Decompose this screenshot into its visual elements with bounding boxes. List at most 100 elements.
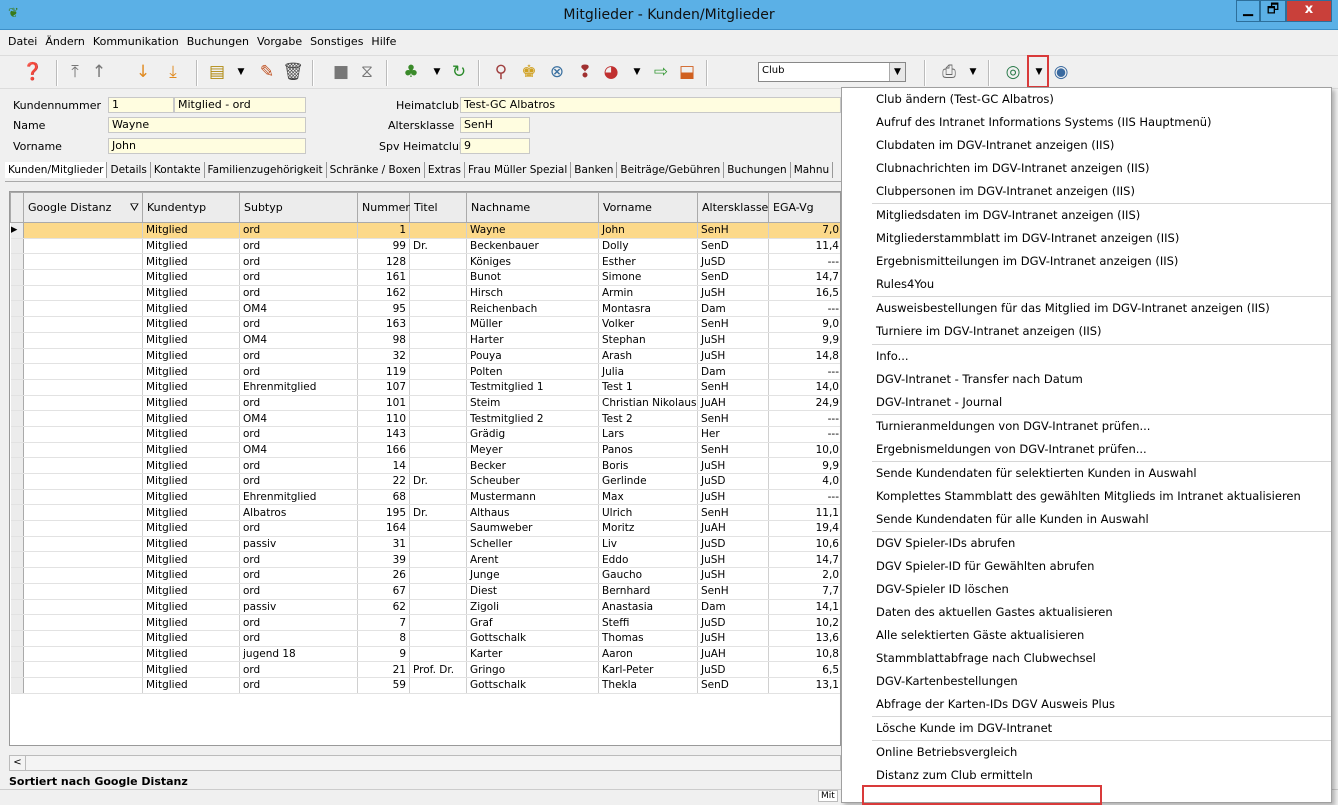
- menu-buchungen[interactable]: Buchungen: [187, 35, 249, 48]
- table-cell[interactable]: Grädig: [466, 426, 599, 443]
- context-menu-item[interactable]: DGV Spieler-IDs abrufen: [842, 532, 1331, 555]
- table-cell[interactable]: Mitglied: [142, 520, 240, 537]
- table-cell[interactable]: Christian Nikolaus: [598, 395, 698, 412]
- table-row[interactable]: Mitglied ord 161 Bunot Simone SenD 14,7: [10, 269, 840, 286]
- context-menu-item[interactable]: Club ändern (Test-GC Albatros): [842, 88, 1331, 111]
- table-cell[interactable]: 195: [357, 504, 410, 522]
- table-cell[interactable]: Mitglied: [142, 677, 240, 694]
- table-cell[interactable]: Mitglied: [142, 269, 240, 286]
- tab-10[interactable]: Mahnu: [791, 162, 834, 178]
- table-cell[interactable]: [409, 222, 467, 239]
- column-header[interactable]: Titel: [409, 192, 467, 223]
- table-cell[interactable]: 39: [357, 551, 410, 569]
- table-cell[interactable]: Mitglied: [142, 442, 240, 459]
- table-cell[interactable]: Dr.: [409, 238, 467, 255]
- table-cell[interactable]: 16,5: [768, 285, 840, 302]
- table-cell[interactable]: [23, 457, 143, 474]
- document-icon[interactable]: ▤: [206, 61, 228, 83]
- table-cell[interactable]: Meyer: [466, 442, 599, 459]
- context-menu-item[interactable]: DGV Spieler-ID für Gewählten abrufen: [842, 555, 1331, 578]
- table-cell[interactable]: JuSH: [697, 332, 769, 349]
- table-cell[interactable]: Mitglied: [142, 285, 240, 302]
- table-cell[interactable]: Simone: [598, 269, 698, 286]
- table-cell[interactable]: 26: [357, 567, 410, 584]
- table-cell[interactable]: Zigoli: [466, 599, 599, 616]
- table-cell[interactable]: Mitglied: [142, 332, 240, 349]
- row-indicator[interactable]: [10, 442, 24, 459]
- table-cell[interactable]: 2,0: [768, 567, 840, 584]
- table-row[interactable]: ▶ Mitglied ord 1 Wayne John SenH 7,0: [10, 222, 840, 239]
- scroll-left-icon[interactable]: <: [10, 756, 26, 770]
- table-cell[interactable]: SenH: [697, 316, 769, 333]
- table-cell[interactable]: ord: [239, 457, 358, 474]
- table-cell[interactable]: Dam: [697, 363, 769, 380]
- table-cell[interactable]: ---: [768, 300, 840, 318]
- table-cell[interactable]: JuAH: [697, 520, 769, 537]
- table-cell[interactable]: [23, 253, 143, 271]
- row-indicator[interactable]: [10, 410, 24, 427]
- table-cell[interactable]: [23, 614, 143, 631]
- table-cell[interactable]: JuSD: [697, 536, 769, 553]
- stop-icon[interactable]: ■: [330, 61, 352, 83]
- table-cell[interactable]: 4,0: [768, 473, 840, 490]
- table-cell[interactable]: ---: [768, 363, 840, 380]
- table-cell[interactable]: Mitglied: [142, 614, 240, 631]
- table-cell[interactable]: [23, 426, 143, 443]
- table-cell[interactable]: Her: [697, 426, 769, 443]
- table-row[interactable]: Mitglied passiv 62 Zigoli Anastasia Dam 14,1: [10, 599, 840, 616]
- table-cell[interactable]: Saumweber: [466, 520, 599, 537]
- context-menu-item[interactable]: DGV-Kartenbestellungen: [842, 670, 1331, 693]
- table-row[interactable]: Mitglied ord 39 Arent Eddo JuSH 14,7: [10, 551, 840, 569]
- table-cell[interactable]: ord: [239, 551, 358, 569]
- intranet-globe-icon[interactable]: ◉: [1050, 61, 1072, 83]
- maximize-button[interactable]: 🗗: [1260, 0, 1286, 22]
- context-menu-item[interactable]: Distanz zum Club ermitteln: [842, 764, 1331, 787]
- row-indicator[interactable]: [10, 677, 24, 694]
- minimize-button[interactable]: ▁: [1236, 0, 1260, 22]
- table-cell[interactable]: Prof. Dr.: [409, 661, 467, 678]
- table-cell[interactable]: Königes: [466, 253, 599, 271]
- table-cell[interactable]: OM4: [239, 410, 358, 427]
- table-cell[interactable]: [409, 646, 467, 663]
- table-cell[interactable]: [409, 332, 467, 349]
- context-menu-item[interactable]: Online Betriebsvergleich: [842, 741, 1331, 764]
- people-icon[interactable]: ♣: [400, 61, 422, 83]
- context-menu-item[interactable]: Sende Kundendaten für selektierten Kunde…: [842, 462, 1331, 485]
- table-cell[interactable]: 9,9: [768, 457, 840, 474]
- table-cell[interactable]: [409, 285, 467, 302]
- table-cell[interactable]: [23, 599, 143, 616]
- table-cell[interactable]: [23, 677, 143, 694]
- context-menu-item[interactable]: Abfrage der Karten-IDs DGV Ausweis Plus: [842, 693, 1331, 716]
- table-cell[interactable]: Dolly: [598, 238, 698, 255]
- table-cell[interactable]: Pouya: [466, 348, 599, 365]
- table-cell[interactable]: 8: [357, 630, 410, 647]
- column-header[interactable]: Nachname: [466, 192, 599, 223]
- table-cell[interactable]: Gottschalk: [466, 630, 599, 647]
- table-cell[interactable]: [409, 426, 467, 443]
- table-cell[interactable]: Mitglied: [142, 457, 240, 474]
- table-row[interactable]: Mitglied ord 119 Polten Julia Dam ---: [10, 363, 840, 380]
- table-cell[interactable]: ord: [239, 473, 358, 490]
- row-indicator[interactable]: [10, 473, 24, 490]
- table-cell[interactable]: 143: [357, 426, 410, 443]
- row-indicator[interactable]: [10, 520, 24, 537]
- table-cell[interactable]: [409, 567, 467, 584]
- export-icon[interactable]: ⇨: [650, 61, 672, 83]
- table-cell[interactable]: Bunot: [466, 269, 599, 286]
- table-cell[interactable]: [409, 614, 467, 631]
- table-cell[interactable]: [409, 457, 467, 474]
- table-cell[interactable]: OM4: [239, 300, 358, 318]
- table-row[interactable]: Mitglied OM4 166 Meyer Panos SenH 10,0: [10, 442, 840, 459]
- table-cell[interactable]: [409, 348, 467, 365]
- table-cell[interactable]: Max: [598, 489, 698, 506]
- table-cell[interactable]: Testmitglied 1: [466, 379, 599, 396]
- table-cell[interactable]: [23, 285, 143, 302]
- menu-vorgabe[interactable]: Vorgabe: [257, 35, 302, 48]
- table-cell[interactable]: 62: [357, 599, 410, 616]
- table-cell[interactable]: ---: [768, 489, 840, 506]
- table-cell[interactable]: [23, 300, 143, 318]
- context-menu-item[interactable]: Turniere im DGV-Intranet anzeigen (IIS): [842, 320, 1331, 343]
- table-cell[interactable]: [409, 379, 467, 396]
- table-cell[interactable]: passiv: [239, 536, 358, 553]
- table-cell[interactable]: Gerlinde: [598, 473, 698, 490]
